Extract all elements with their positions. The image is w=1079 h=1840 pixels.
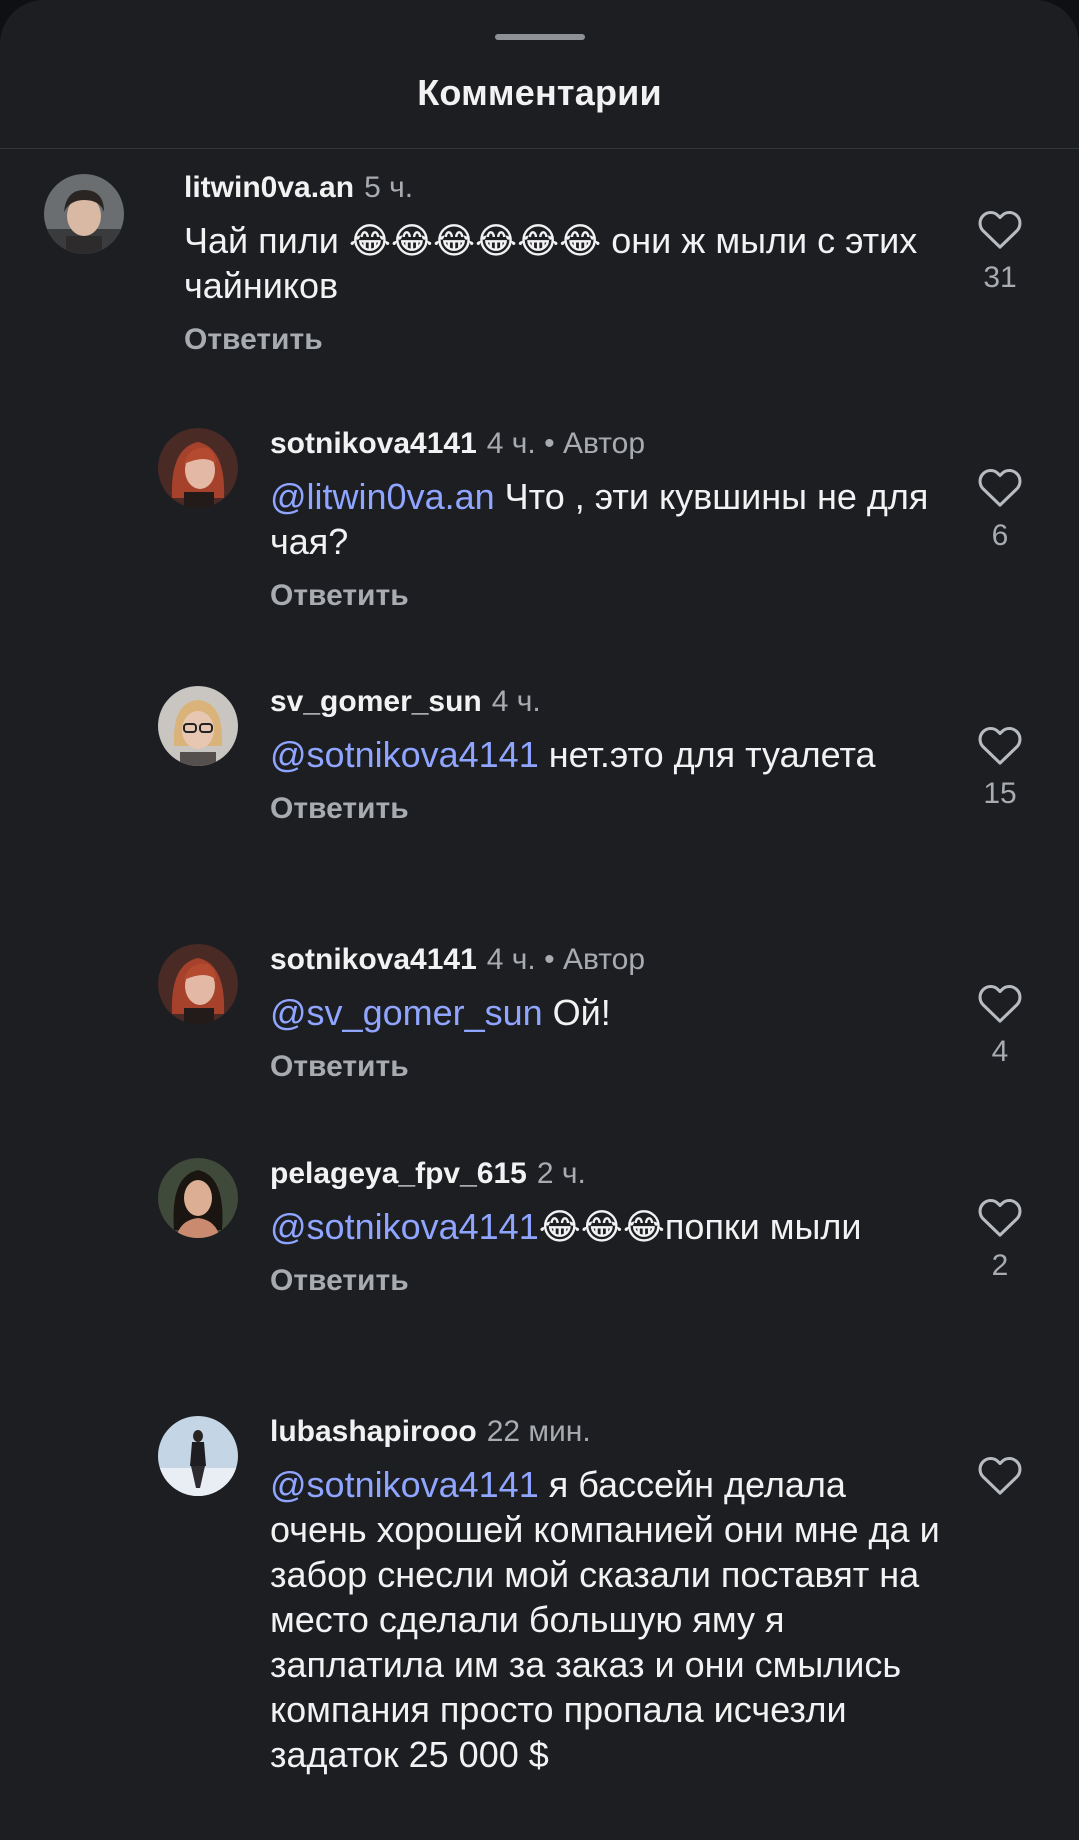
timestamp: 4 ч.	[486, 427, 536, 460]
heart-icon[interactable]	[977, 724, 1023, 766]
avatar[interactable]	[158, 686, 238, 766]
username[interactable]: litwin0va.an	[184, 171, 354, 204]
comment-meta: pelageya_fpv_615 2 ч.	[270, 1156, 930, 1192]
mention-link[interactable]: @sotnikova4141	[270, 1206, 539, 1247]
woman-red-hair-avatar	[158, 428, 238, 508]
comment-text: Чай пили 😂😂😂😂😂😂 они ж мыли с этих чайник…	[184, 218, 944, 308]
heart-icon[interactable]	[977, 982, 1023, 1024]
comment-meta: sotnikova4141 4 ч. • Автор	[270, 426, 930, 462]
like-count: 2	[991, 1249, 1009, 1282]
avatar[interactable]	[158, 1158, 238, 1238]
like-control	[970, 1454, 1030, 1496]
mention-link[interactable]: @sv_gomer_sun	[270, 992, 543, 1033]
comments-sheet: Комментарии litwin0va.an 5 ч. Чай пили 😂😂…	[0, 0, 1079, 1840]
woman-dark-hair-avatar	[158, 1158, 238, 1238]
username[interactable]: pelageya_fpv_615	[270, 1157, 527, 1190]
reply-button[interactable]: Ответить	[270, 578, 930, 614]
mention-link[interactable]: @litwin0va.an	[270, 476, 495, 517]
avatar[interactable]	[44, 174, 124, 254]
like-control: 2	[970, 1196, 1030, 1284]
timestamp: 4 ч.	[491, 685, 541, 718]
person-full-figure-avatar	[158, 1416, 238, 1496]
like-count: 15	[983, 777, 1017, 810]
comment-text-part: нет.это для туалета	[538, 734, 876, 775]
username[interactable]: lubashapirooo	[270, 1415, 477, 1448]
heart-icon[interactable]	[977, 1196, 1023, 1238]
reply-button[interactable]: Ответить	[184, 322, 944, 358]
mention-link[interactable]: @sotnikova4141	[270, 734, 539, 775]
author-badge: • Автор	[544, 943, 646, 976]
mention-link[interactable]: @sotnikova4141	[270, 1464, 539, 1505]
like-control: 15	[970, 724, 1030, 812]
woman-red-hair-avatar	[158, 944, 238, 1024]
woman-glasses-avatar	[158, 686, 238, 766]
comment-text: @sotnikova4141😂😂😂попки мыли	[270, 1204, 930, 1249]
drag-handle[interactable]	[495, 34, 585, 40]
author-badge: • Автор	[544, 427, 646, 460]
comment-text-part: Ой!	[542, 992, 611, 1033]
comment-text: @litwin0va.an Что , эти кувшины не для ч…	[270, 474, 930, 564]
heart-icon[interactable]	[977, 466, 1023, 508]
timestamp: 22 мин.	[486, 1415, 591, 1448]
reply-button[interactable]: Ответить	[270, 1263, 930, 1299]
username[interactable]: sv_gomer_sun	[270, 685, 482, 718]
avatar[interactable]	[158, 1416, 238, 1496]
like-control: 4	[970, 982, 1030, 1070]
like-count: 4	[991, 1035, 1009, 1068]
comment-text: @sotnikova4141 нет.это для туалета	[270, 732, 930, 777]
heart-icon[interactable]	[977, 208, 1023, 250]
header-divider	[0, 148, 1079, 149]
heart-icon[interactable]	[977, 1454, 1023, 1496]
comment-meta: sv_gomer_sun 4 ч.	[270, 684, 930, 720]
timestamp: 5 ч.	[364, 171, 414, 204]
comment-text-part: Чай пили	[184, 220, 349, 261]
timestamp: 4 ч.	[486, 943, 536, 976]
sheet-title: Комментарии	[417, 72, 662, 113]
comment-text: @sotnikova4141 я бассейн делала очень хо…	[270, 1462, 940, 1777]
emoji: 😂😂😂😂😂😂	[348, 220, 602, 261]
like-control: 6	[970, 466, 1030, 554]
like-count: 6	[991, 519, 1009, 552]
like-control: 31	[970, 208, 1030, 296]
avatar[interactable]	[158, 944, 238, 1024]
timestamp: 2 ч.	[536, 1157, 586, 1190]
comment-text: @sv_gomer_sun Ой!	[270, 990, 930, 1035]
avatar[interactable]	[158, 428, 238, 508]
person-dark-hair-avatar	[44, 174, 124, 254]
reply-button[interactable]: Ответить	[270, 1049, 930, 1085]
comment-meta: lubashapirooo 22 мин.	[270, 1414, 940, 1450]
comment-text-part: попки мыли	[664, 1206, 862, 1247]
comment-text-part: я бассейн делала очень хорошей компанией…	[270, 1464, 940, 1775]
comment-meta: sotnikova4141 4 ч. • Автор	[270, 942, 930, 978]
username[interactable]: sotnikova4141	[270, 943, 477, 976]
comment-meta: litwin0va.an 5 ч.	[184, 170, 944, 206]
emoji: 😂😂😂	[538, 1206, 665, 1247]
reply-button[interactable]: Ответить	[270, 791, 930, 827]
like-count: 31	[983, 261, 1017, 294]
username[interactable]: sotnikova4141	[270, 427, 477, 460]
